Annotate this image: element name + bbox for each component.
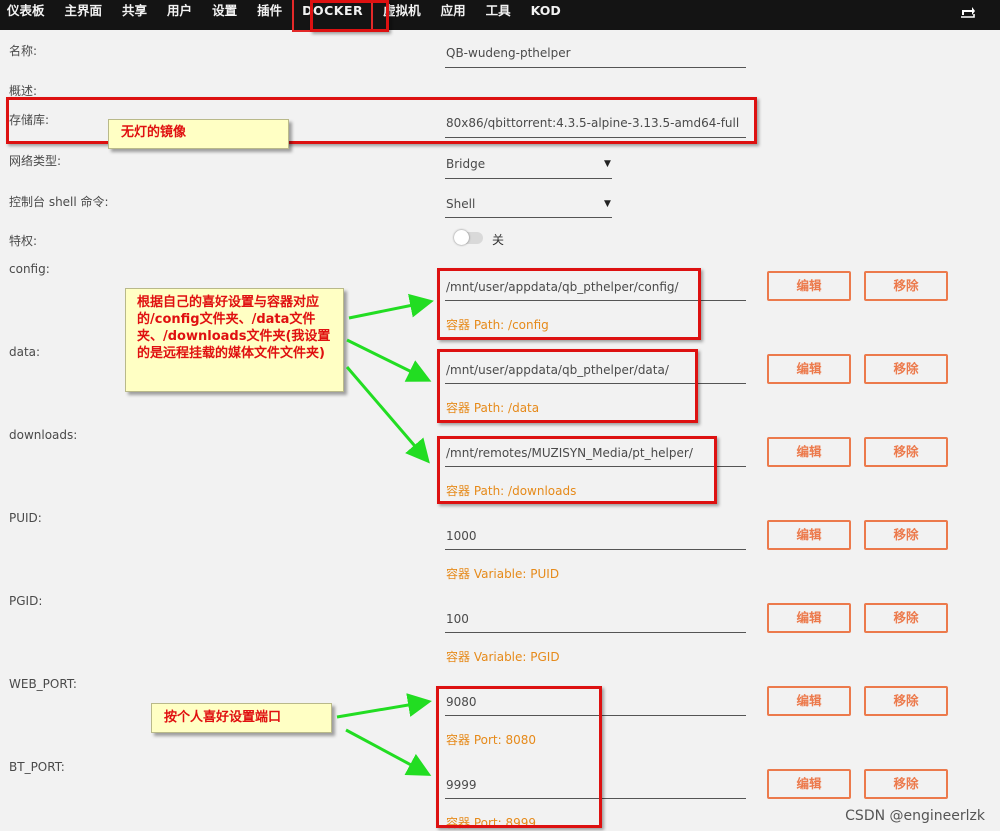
arrow-to-bt-port [345, 728, 432, 776]
annotation-arrows [336, 293, 434, 776]
arrow-to-downloads [345, 366, 430, 464]
arrow-to-web-port [336, 693, 432, 719]
arrow-to-config [348, 293, 434, 320]
arrow-to-data [346, 338, 432, 382]
watermark: CSDN @engineerlzk [845, 808, 985, 824]
